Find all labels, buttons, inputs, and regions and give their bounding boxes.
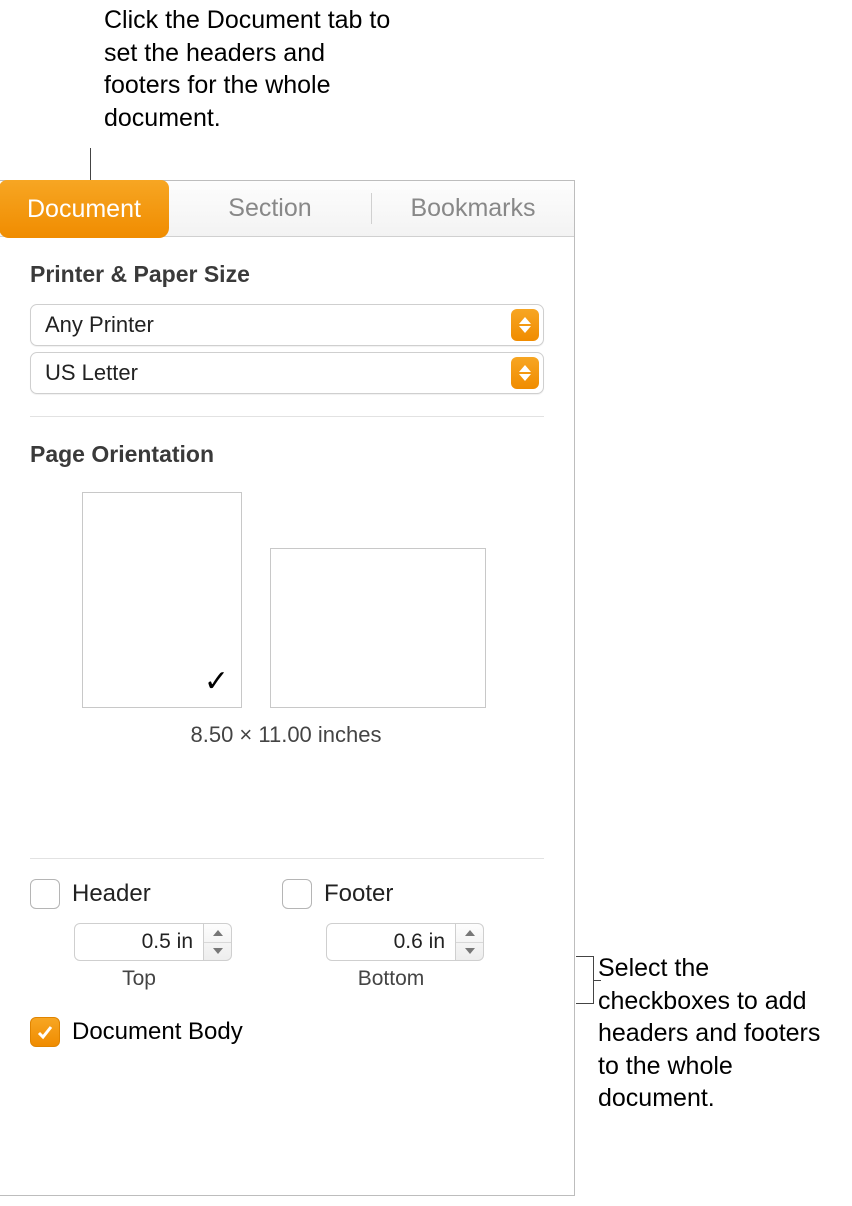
chevron-up-icon <box>204 924 231 943</box>
document-body-label: Document Body <box>72 1018 243 1046</box>
footer-sublabel: Bottom <box>326 967 456 991</box>
orientation-portrait[interactable]: ✓ <box>82 492 242 708</box>
printer-popup[interactable]: Any Printer <box>30 304 544 346</box>
tab-bookmarks[interactable]: Bookmarks <box>372 181 574 236</box>
header-sublabel: Top <box>74 967 204 991</box>
callout-document-tab: Click the Document tab to set the header… <box>104 4 404 134</box>
paper-value: US Letter <box>45 360 511 386</box>
footer-stepper[interactable] <box>456 923 484 961</box>
header-footer-row: Header Top Footer <box>0 859 574 991</box>
paper-size-popup[interactable]: US Letter <box>30 352 544 394</box>
updown-icon <box>511 309 539 341</box>
footer-margin-input[interactable] <box>326 923 456 961</box>
orientation-landscape[interactable] <box>270 548 486 708</box>
chevron-down-icon <box>204 943 231 961</box>
footer-label: Footer <box>324 880 393 908</box>
chevron-up-icon <box>456 924 483 943</box>
header-checkbox[interactable] <box>30 879 60 909</box>
orientation-options: ✓ <box>0 478 574 708</box>
inspector-tabs: Document Section Bookmarks <box>0 181 574 237</box>
header-label: Header <box>72 880 151 908</box>
checkmark-icon: ✓ <box>204 664 229 699</box>
printer-paper-title: Printer & Paper Size <box>0 237 574 298</box>
document-inspector-panel: Document Section Bookmarks Printer & Pap… <box>0 180 575 1196</box>
callout-checkboxes: Select the checkboxes to add headers and… <box>598 952 844 1115</box>
tab-document[interactable]: Document <box>0 180 169 238</box>
footer-checkbox[interactable] <box>282 879 312 909</box>
updown-icon <box>511 357 539 389</box>
tab-section[interactable]: Section <box>169 181 371 236</box>
orientation-title: Page Orientation <box>0 417 574 478</box>
page-dimensions: 8.50 × 11.00 inches <box>80 708 492 748</box>
printer-value: Any Printer <box>45 312 511 338</box>
header-stepper[interactable] <box>204 923 232 961</box>
document-body-checkbox[interactable] <box>30 1017 60 1047</box>
callout-leader <box>90 148 91 180</box>
header-margin-input[interactable] <box>74 923 204 961</box>
callout-bracket <box>576 956 594 1004</box>
chevron-down-icon <box>456 943 483 961</box>
